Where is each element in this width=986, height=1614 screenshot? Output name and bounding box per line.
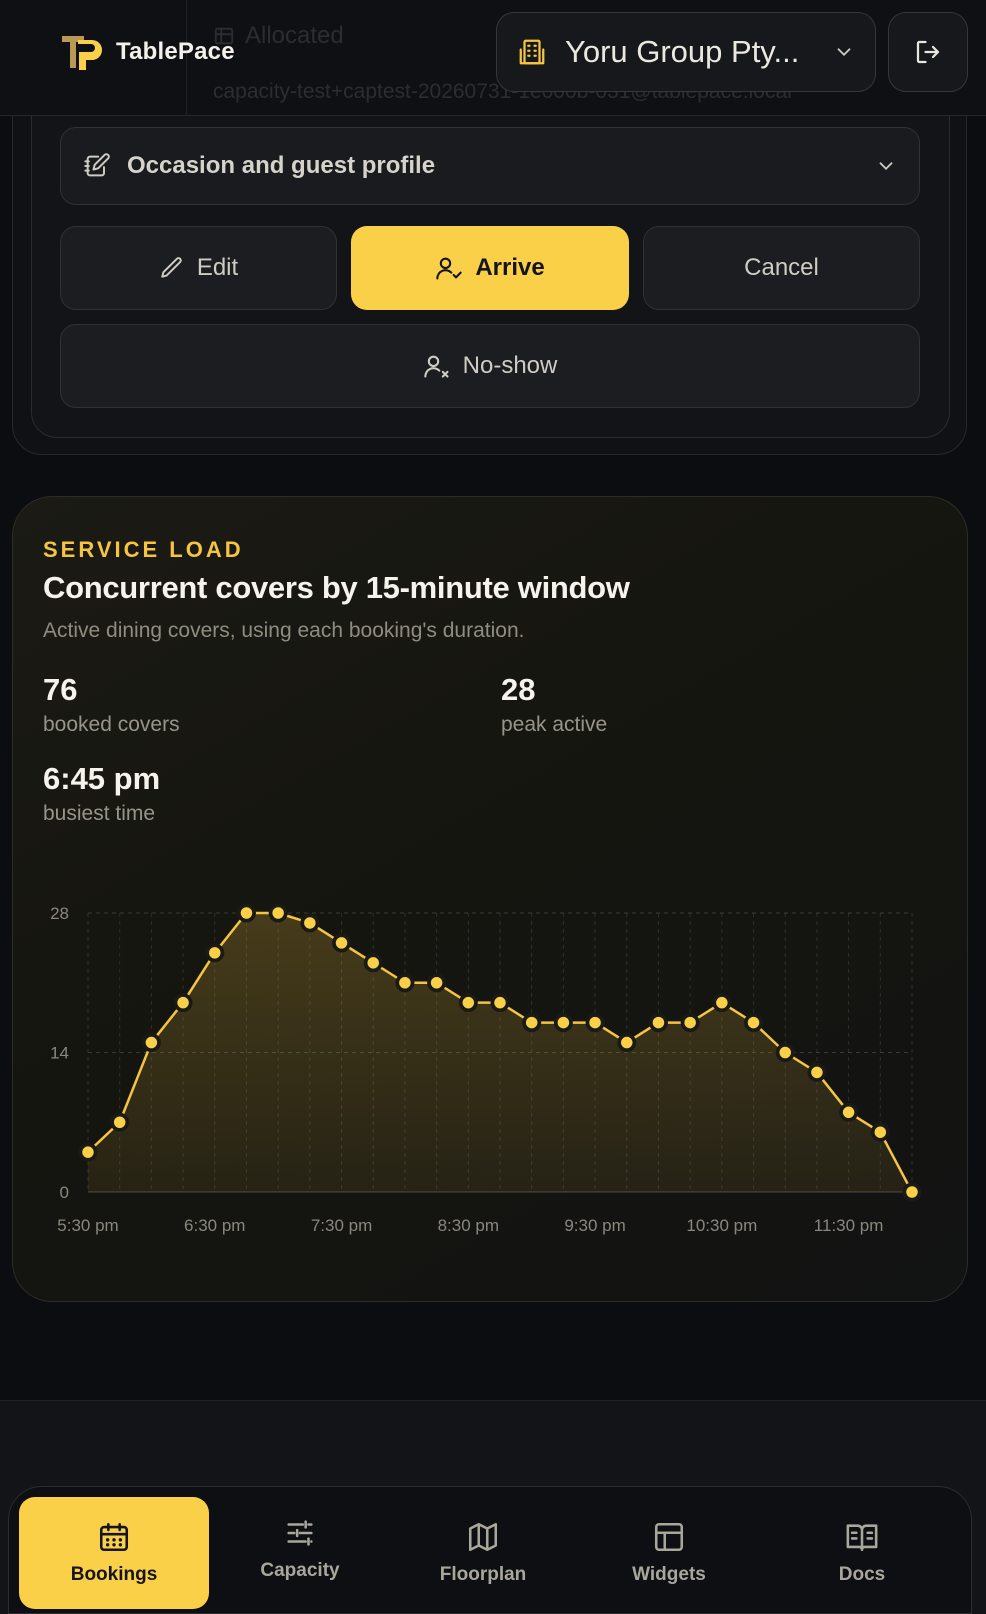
nav-item-capacity[interactable]: Capacity	[205, 1493, 395, 1605]
data-point	[618, 1034, 636, 1051]
data-point	[269, 904, 287, 922]
data-point	[586, 1014, 604, 1031]
user-x-icon	[423, 355, 449, 378]
concurrent-covers-chart: 0 14 28 5:30 pm 6:30 pm 7:30 pm 8:30 pm 9:30 pm…	[50, 903, 922, 1235]
edit-label: Edit	[196, 254, 239, 281]
data-point	[840, 1104, 857, 1121]
x-tick-label: 7:30 pm	[311, 1216, 372, 1235]
data-point	[555, 1014, 572, 1031]
no-show-button[interactable]: No-show	[60, 324, 920, 408]
data-point	[174, 994, 192, 1011]
cancel-label: Cancel	[744, 254, 819, 281]
organization-name: Yoru Group Pty...	[565, 34, 800, 69]
data-point	[460, 994, 477, 1011]
user-check-icon	[436, 257, 463, 280]
chevron-down-icon	[879, 162, 893, 171]
data-point	[396, 974, 414, 991]
data-point	[650, 1014, 667, 1031]
nav-label-widgets: Widgets	[632, 1564, 706, 1585]
x-tick-label: 6:30 pm	[184, 1216, 245, 1235]
nav-label-bookings: Bookings	[70, 1564, 158, 1585]
accordion-label: Occasion and guest profile	[127, 152, 436, 179]
y-tick-label: 0	[60, 1183, 69, 1202]
y-tick-label: 14	[50, 1044, 69, 1063]
sliders-icon	[287, 1520, 313, 1546]
bottom-nav: Bookings Capacity Floorplan Widgets Docs	[8, 1486, 972, 1614]
data-point	[79, 1143, 97, 1161]
organization-select[interactable]: Yoru Group Pty...	[496, 12, 876, 92]
data-point	[143, 1034, 160, 1051]
data-point	[333, 934, 350, 952]
data-point	[808, 1064, 826, 1081]
service-load-card: SERVICE LOAD Concurrent covers by 15-min…	[12, 496, 968, 1302]
logo-text: TablePace	[116, 38, 235, 65]
layout-icon	[654, 1522, 684, 1552]
nav-label-floorplan: Floorplan	[439, 1564, 527, 1585]
tablepace-logo[interactable]: TablePace	[60, 32, 235, 72]
x-tick-label: 8:30 pm	[438, 1216, 499, 1235]
data-point	[364, 954, 382, 972]
cancel-button[interactable]: Cancel	[643, 226, 920, 310]
x-tick-label: 10:30 pm	[686, 1216, 757, 1235]
y-tick-label: 28	[50, 904, 69, 923]
no-show-label: No-show	[462, 352, 558, 379]
building-icon	[519, 39, 545, 65]
nav-item-docs[interactable]: Docs	[767, 1497, 957, 1609]
nav-item-floorplan[interactable]: Floorplan	[388, 1497, 578, 1609]
data-point	[872, 1123, 889, 1141]
data-point	[206, 944, 224, 962]
page: Allocated capacity-test+captest-20260731…	[0, 0, 986, 1614]
arrive-button[interactable]: Arrive	[351, 226, 629, 310]
x-tick-label: 11:30 pm	[814, 1216, 884, 1235]
data-point	[903, 1183, 921, 1201]
logout-button[interactable]	[888, 12, 968, 92]
map-icon	[468, 1522, 498, 1552]
data-point	[428, 974, 445, 991]
logo-mark-icon	[62, 36, 102, 70]
nav-item-widgets[interactable]: Widgets	[574, 1497, 764, 1609]
nav-item-bookings[interactable]: Bookings	[19, 1497, 209, 1609]
edit-button[interactable]: Edit	[60, 226, 337, 310]
logout-icon	[916, 40, 940, 64]
x-tick-label: 5:30 pm	[57, 1216, 118, 1235]
book-icon	[846, 1524, 878, 1552]
data-point	[713, 994, 731, 1011]
occasion-profile-accordion[interactable]: Occasion and guest profile	[60, 127, 920, 205]
pencil-icon	[161, 257, 182, 278]
arrive-label: Arrive	[475, 254, 545, 281]
x-tick-label: 9:30 pm	[564, 1216, 625, 1235]
notebook-pen-icon	[84, 153, 110, 177]
data-point	[301, 914, 319, 932]
data-point	[523, 1014, 540, 1031]
data-point	[111, 1114, 128, 1131]
data-point	[776, 1044, 794, 1061]
calendar-icon	[99, 1522, 129, 1552]
nav-label-capacity: Capacity	[260, 1560, 340, 1581]
data-point	[238, 904, 255, 922]
chevron-down-icon	[837, 48, 851, 57]
top-header: Allocated capacity-test+captest-20260731…	[0, 0, 986, 116]
data-point	[745, 1014, 762, 1031]
data-point	[491, 994, 509, 1011]
data-point	[681, 1014, 699, 1031]
nav-label-docs: Docs	[838, 1564, 886, 1585]
